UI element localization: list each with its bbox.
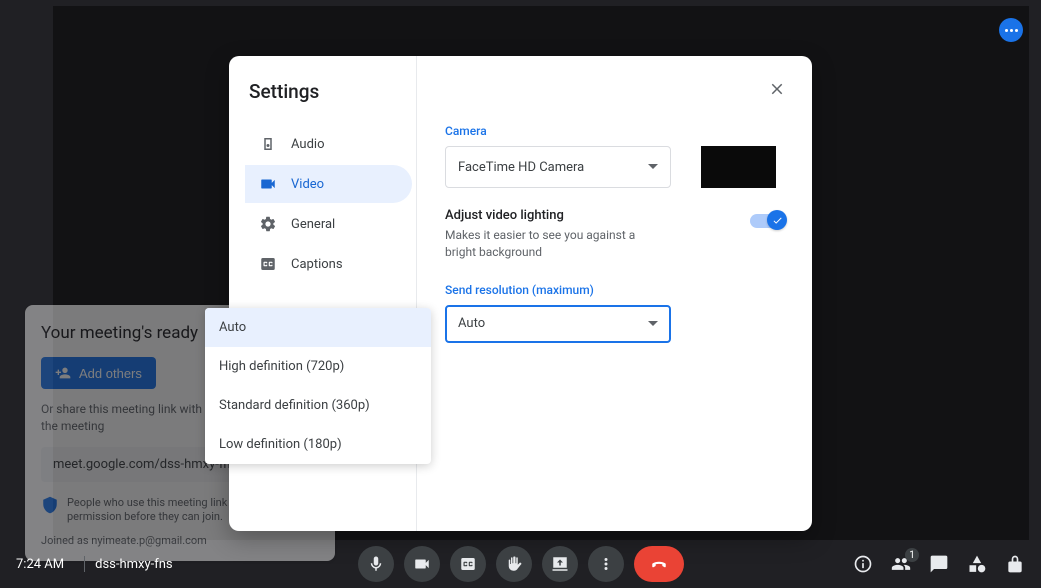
lock-icon [1005, 554, 1025, 574]
divider [84, 556, 85, 572]
info-button[interactable] [853, 554, 873, 574]
nav-video-label: Video [291, 177, 324, 192]
person-add-icon [55, 365, 71, 381]
info-icon [853, 554, 873, 574]
mic-button[interactable] [358, 546, 394, 582]
camera-value: FaceTime HD Camera [458, 160, 584, 175]
camera-icon [413, 555, 431, 573]
dropdown-option-auto[interactable]: Auto [205, 308, 431, 347]
nav-video[interactable]: Video [245, 165, 412, 203]
check-icon [772, 215, 783, 226]
camera-button[interactable] [404, 546, 440, 582]
hangup-button[interactable] [634, 546, 684, 582]
chevron-down-icon [648, 319, 658, 329]
lighting-desc: Makes it easier to see you against a bri… [445, 227, 655, 261]
bottom-bar: 7:24 AM dss-hmxy-fns 1 [0, 540, 1041, 588]
send-res-value: Auto [458, 316, 485, 331]
add-others-button[interactable]: Add others [41, 357, 156, 389]
nav-audio[interactable]: Audio [245, 125, 412, 163]
activities-button[interactable] [967, 554, 987, 574]
chevron-down-icon [648, 162, 658, 172]
send-res-label: Send resolution (maximum) [445, 283, 784, 297]
clock: 7:24 AM [16, 557, 64, 572]
lighting-title: Adjust video lighting [445, 208, 655, 223]
phone-icon [650, 555, 668, 573]
nav-captions-label: Captions [291, 257, 343, 272]
present-icon [551, 555, 569, 573]
camera-icon [259, 175, 277, 193]
dropdown-option-360p[interactable]: Standard definition (360p) [205, 386, 431, 425]
speaker-icon [259, 135, 277, 153]
host-controls-button[interactable] [1005, 554, 1025, 574]
mic-icon [367, 555, 385, 573]
people-button[interactable]: 1 [891, 554, 911, 574]
gear-icon [259, 215, 277, 233]
captions-icon [459, 555, 477, 573]
shield-icon [41, 496, 59, 514]
camera-preview [701, 146, 776, 188]
more-button[interactable] [588, 546, 624, 582]
center-controls [358, 546, 684, 582]
lighting-toggle[interactable] [750, 214, 784, 228]
close-icon [768, 80, 786, 98]
camera-select[interactable]: FaceTime HD Camera [445, 146, 671, 188]
more-vert-icon [597, 555, 615, 573]
chat-button[interactable] [929, 554, 949, 574]
present-button[interactable] [542, 546, 578, 582]
settings-content: Camera FaceTime HD Camera Adjust video l… [417, 56, 812, 531]
captions-icon [259, 255, 277, 273]
nav-general[interactable]: General [245, 205, 412, 243]
dropdown-option-720p[interactable]: High definition (720p) [205, 347, 431, 386]
dropdown-option-180p[interactable]: Low definition (180p) [205, 425, 431, 464]
hand-icon [505, 555, 523, 573]
right-controls: 1 [853, 554, 1025, 574]
chat-icon [929, 554, 949, 574]
shapes-icon [967, 554, 987, 574]
settings-title: Settings [249, 80, 408, 103]
nav-general-label: General [291, 217, 335, 232]
close-button[interactable] [764, 76, 790, 105]
nav-audio-label: Audio [291, 137, 324, 152]
send-resolution-select[interactable]: Auto [445, 305, 671, 343]
send-resolution-dropdown: Auto High definition (720p) Standard def… [205, 308, 431, 464]
people-count: 1 [905, 548, 919, 562]
nav-captions[interactable]: Captions [245, 245, 412, 283]
more-options-badge[interactable] [999, 18, 1023, 42]
meeting-code: dss-hmxy-fns [95, 557, 173, 572]
camera-label: Camera [445, 124, 784, 138]
captions-button[interactable] [450, 546, 486, 582]
add-others-label: Add others [79, 366, 142, 381]
raise-hand-button[interactable] [496, 546, 532, 582]
